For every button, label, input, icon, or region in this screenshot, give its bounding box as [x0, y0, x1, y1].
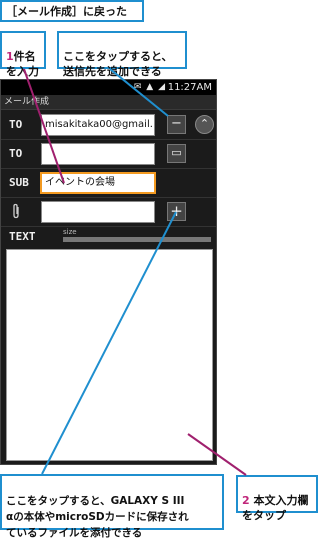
leader-lines — [23, 68, 247, 476]
leader-line-subject — [23, 68, 65, 184]
leader-line-body — [187, 433, 247, 476]
leader-line-add-recipient — [109, 68, 169, 117]
leader-line-attach — [41, 211, 177, 475]
